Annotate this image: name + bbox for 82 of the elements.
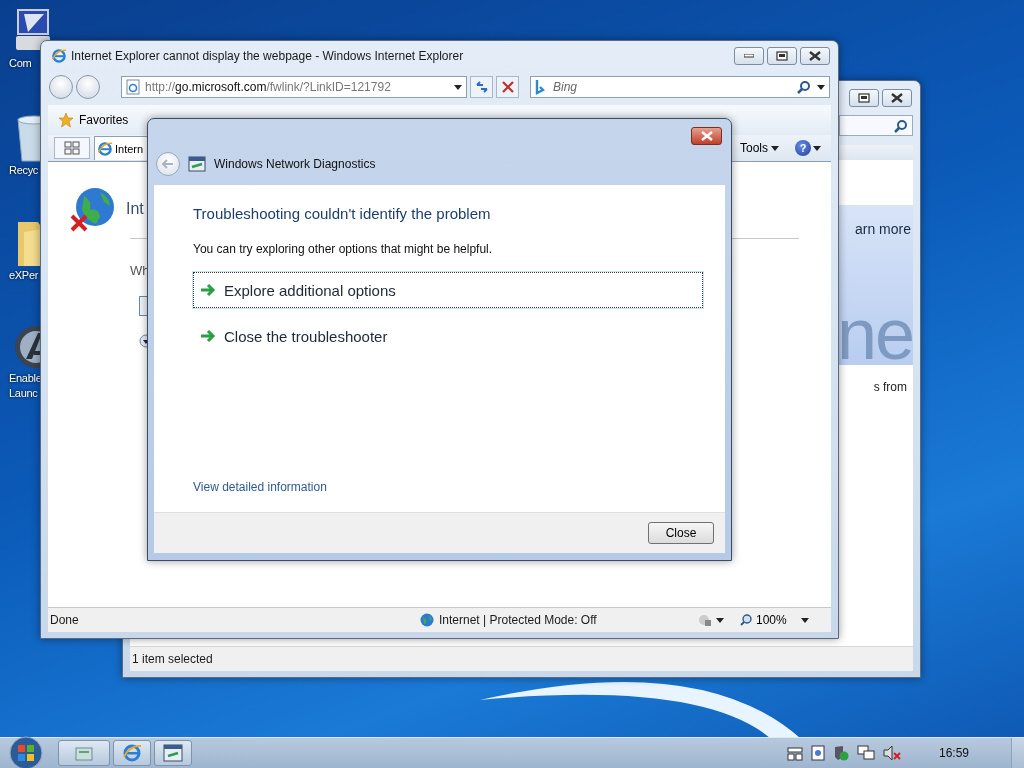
- search-engine-icon: [535, 79, 545, 95]
- dropdown-caret-icon[interactable]: [454, 84, 462, 90]
- arrow-icon: [200, 329, 216, 343]
- help-menu[interactable]: ?: [789, 140, 831, 156]
- close-button[interactable]: [882, 89, 912, 107]
- close-button[interactable]: [800, 47, 830, 65]
- search-field[interactable]: [839, 115, 913, 136]
- back-arrow-icon: [162, 159, 174, 169]
- icon-label: Recyc: [8, 163, 39, 178]
- caret-icon: [813, 145, 821, 151]
- dialog-message: You can try exploring other options that might be helpful.: [193, 242, 494, 256]
- body-text: s from: [873, 379, 908, 394]
- dialog-title: Windows Network Diagnostics: [214, 157, 376, 171]
- library-icon: [75, 745, 93, 761]
- shield-icon[interactable]: [832, 745, 849, 761]
- caret-icon: [800, 617, 809, 623]
- close-button[interactable]: Close: [648, 522, 714, 544]
- browser-icon: [97, 140, 113, 157]
- icon-label: eXPer: [8, 268, 39, 283]
- page-icon: [126, 79, 140, 95]
- dialog-heading: Troubleshooting couldn't identify the problem: [193, 205, 492, 222]
- maximize-icon: [858, 93, 870, 103]
- back-button[interactable]: [49, 75, 73, 99]
- network-window-icon: [163, 744, 183, 762]
- address-text: http://go.microsoft.com/fwlink/?LinkID=121792: [145, 80, 392, 94]
- caret-icon: [771, 145, 779, 151]
- icon-label: Launc: [8, 386, 38, 401]
- command-link[interactable]: Close the troubleshooter: [193, 318, 703, 354]
- globe-error-icon: [70, 186, 116, 232]
- search-icon: [894, 118, 908, 133]
- maximize-icon: [776, 51, 788, 61]
- zoom-icon: [740, 614, 752, 626]
- icon-label: Enable: [8, 371, 42, 386]
- status-text: Done: [49, 613, 80, 627]
- tools-menu[interactable]: Tools: [734, 140, 785, 156]
- page-heading: Int: [126, 200, 144, 218]
- recycle-bin-icon: [14, 113, 40, 163]
- favorites-button[interactable]: Favorites: [58, 112, 129, 128]
- icon-label: Com: [8, 56, 32, 71]
- arrow-icon: [200, 283, 216, 297]
- maximize-button[interactable]: [849, 89, 879, 107]
- close-icon: [700, 131, 713, 141]
- stop-icon: [501, 81, 514, 93]
- command-link[interactable]: Explore additional options: [193, 272, 703, 308]
- taskbar-button[interactable]: [154, 740, 192, 766]
- details-link[interactable]: View detailed information: [193, 480, 327, 494]
- search-box[interactable]: Bing: [530, 76, 830, 98]
- minimize-icon: [744, 54, 754, 58]
- search-field[interactable]: Bing: [551, 79, 791, 95]
- help-icon: ?: [795, 140, 811, 156]
- browser-icon: [122, 743, 142, 763]
- close-icon: [891, 93, 903, 103]
- zoom-button[interactable]: 100%: [732, 613, 817, 627]
- zone-text: Internet | Protected Mode: Off: [439, 613, 597, 627]
- status-text: 1 item selected: [132, 652, 213, 666]
- caret-icon: [716, 617, 724, 623]
- window-title: Internet Explorer cannot display the webpage - Windows Internet Explorer: [71, 49, 465, 63]
- network-icon[interactable]: [856, 745, 875, 761]
- banner-text: ne: [836, 303, 913, 365]
- windows-flag-icon: [9, 736, 43, 768]
- clock: 16:59: [938, 746, 969, 760]
- network-window-icon: [188, 156, 206, 172]
- address-field[interactable]: http://go.microsoft.com/fwlink/?LinkID=121792: [121, 76, 467, 98]
- search-icon[interactable]: [797, 80, 811, 94]
- dropdown-caret-icon[interactable]: [817, 84, 825, 90]
- grid-icon: [64, 141, 80, 155]
- browser-icon: [51, 48, 67, 64]
- close-button[interactable]: [691, 127, 722, 145]
- speaker-muted-icon[interactable]: [882, 745, 901, 761]
- refresh-button[interactable]: [470, 76, 493, 98]
- globe-icon: [420, 613, 434, 627]
- refresh-icon: [474, 81, 489, 93]
- learn-more-link[interactable]: arn more: [854, 205, 913, 237]
- close-icon: [809, 51, 821, 61]
- forward-button[interactable]: [76, 75, 100, 99]
- maximize-button[interactable]: [767, 47, 797, 65]
- lock-icon: [698, 613, 712, 627]
- stop-button[interactable]: [496, 76, 519, 98]
- window-icon[interactable]: [786, 745, 803, 761]
- taskbar-button[interactable]: [113, 740, 151, 766]
- star-icon: [58, 112, 74, 128]
- document-icon[interactable]: [810, 745, 825, 761]
